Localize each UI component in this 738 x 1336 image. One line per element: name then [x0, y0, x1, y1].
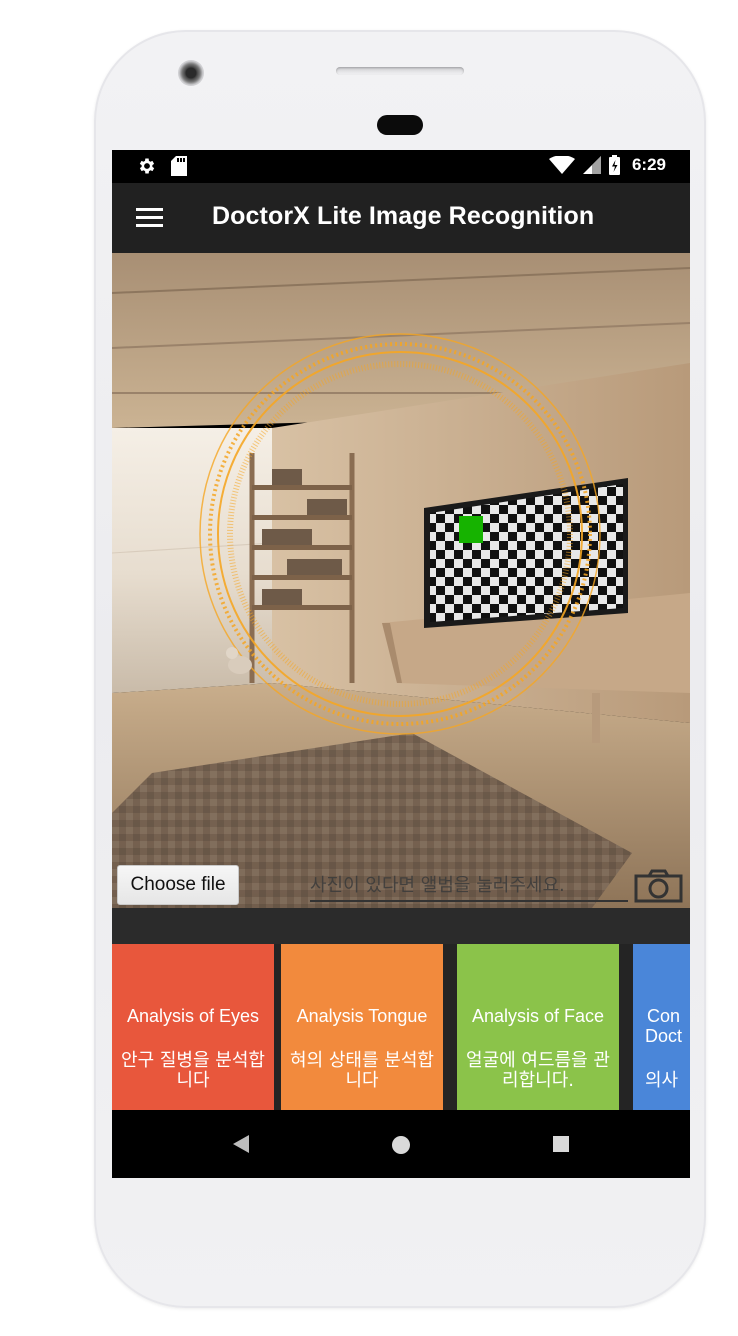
- card-consult-doctor[interactable]: Con Doct 의사: [633, 944, 690, 1110]
- detection-marker: [459, 516, 483, 543]
- proximity-sensor: [377, 115, 423, 135]
- camera-button[interactable]: [634, 869, 684, 908]
- device-screen: 6:29 DoctorX Lite Image Recognition Choo…: [112, 150, 690, 1178]
- signal-icon: [582, 156, 601, 174]
- gear-icon: [139, 158, 155, 174]
- card-description: 혀의 상태를 분석합니다: [290, 1050, 434, 1091]
- card-analysis-face[interactable]: Analysis of Face 얼굴에 여드름을 관리합니다.: [457, 944, 619, 1110]
- photo-hint-input[interactable]: [310, 870, 628, 902]
- front-camera: [178, 60, 204, 86]
- app-title: DoctorX Lite Image Recognition: [212, 202, 595, 230]
- card-title: Analysis of Face: [471, 1006, 605, 1026]
- sd-card-icon: [171, 156, 187, 176]
- image-preview: [112, 253, 690, 908]
- status-bar: 6:29: [112, 150, 690, 183]
- card-title: Analysis of Eyes: [126, 1006, 260, 1026]
- camera-icon: [634, 869, 683, 903]
- feature-cards: Analysis of Eyes 안구 질병을 분석합니다 Analysis T…: [112, 944, 690, 1110]
- card-analysis-tongue[interactable]: Analysis Tongue 혀의 상태를 분석합니다: [281, 944, 443, 1110]
- back-triangle-icon[interactable]: [232, 1135, 250, 1153]
- card-description: 안구 질병을 분석합니다: [121, 1050, 265, 1091]
- card-description: 얼굴에 여드름을 관리합니다.: [466, 1050, 610, 1091]
- home-circle-icon[interactable]: [391, 1135, 411, 1155]
- card-title: Analysis Tongue: [296, 1006, 428, 1026]
- card-analysis-eyes[interactable]: Analysis of Eyes 안구 질병을 분석합니다: [112, 944, 274, 1110]
- room-photo: [112, 253, 690, 908]
- choose-file-button[interactable]: Choose file: [117, 865, 239, 905]
- recents-square-icon[interactable]: [553, 1136, 569, 1152]
- hamburger-menu-icon[interactable]: [136, 208, 164, 228]
- app-bar: DoctorX Lite Image Recognition: [112, 183, 690, 253]
- battery-charging-icon: [608, 155, 620, 175]
- card-title: Con Doct: [644, 1006, 682, 1046]
- earpiece-speaker: [336, 67, 464, 75]
- system-nav-bar: [112, 1110, 690, 1178]
- controls-strip: [112, 908, 690, 944]
- clock: 6:29: [631, 155, 666, 174]
- wifi-icon: [548, 156, 575, 174]
- card-description: 의사: [644, 1070, 679, 1091]
